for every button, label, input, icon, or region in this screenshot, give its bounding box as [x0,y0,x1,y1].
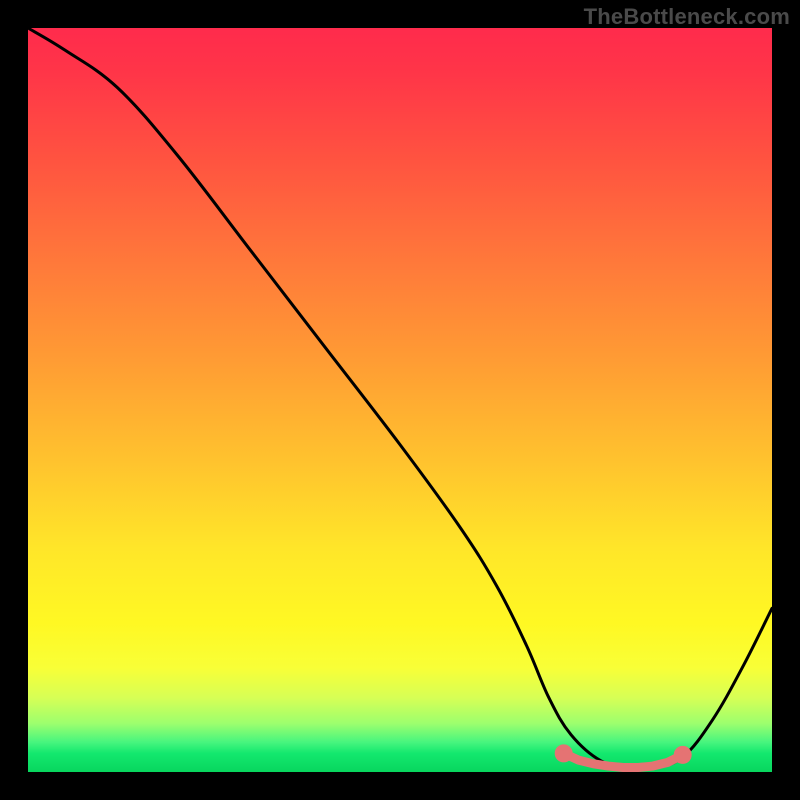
plot-area [28,28,772,772]
valley-marker-end [677,749,689,761]
valley-marker-start [558,747,570,759]
chart-frame: TheBottleneck.com [0,0,800,800]
valley-marker-line [564,753,683,767]
bottleneck-curve-path [28,28,772,770]
watermark-text: TheBottleneck.com [584,4,790,30]
curve-svg [28,28,772,772]
valley-marker-group [558,747,689,767]
